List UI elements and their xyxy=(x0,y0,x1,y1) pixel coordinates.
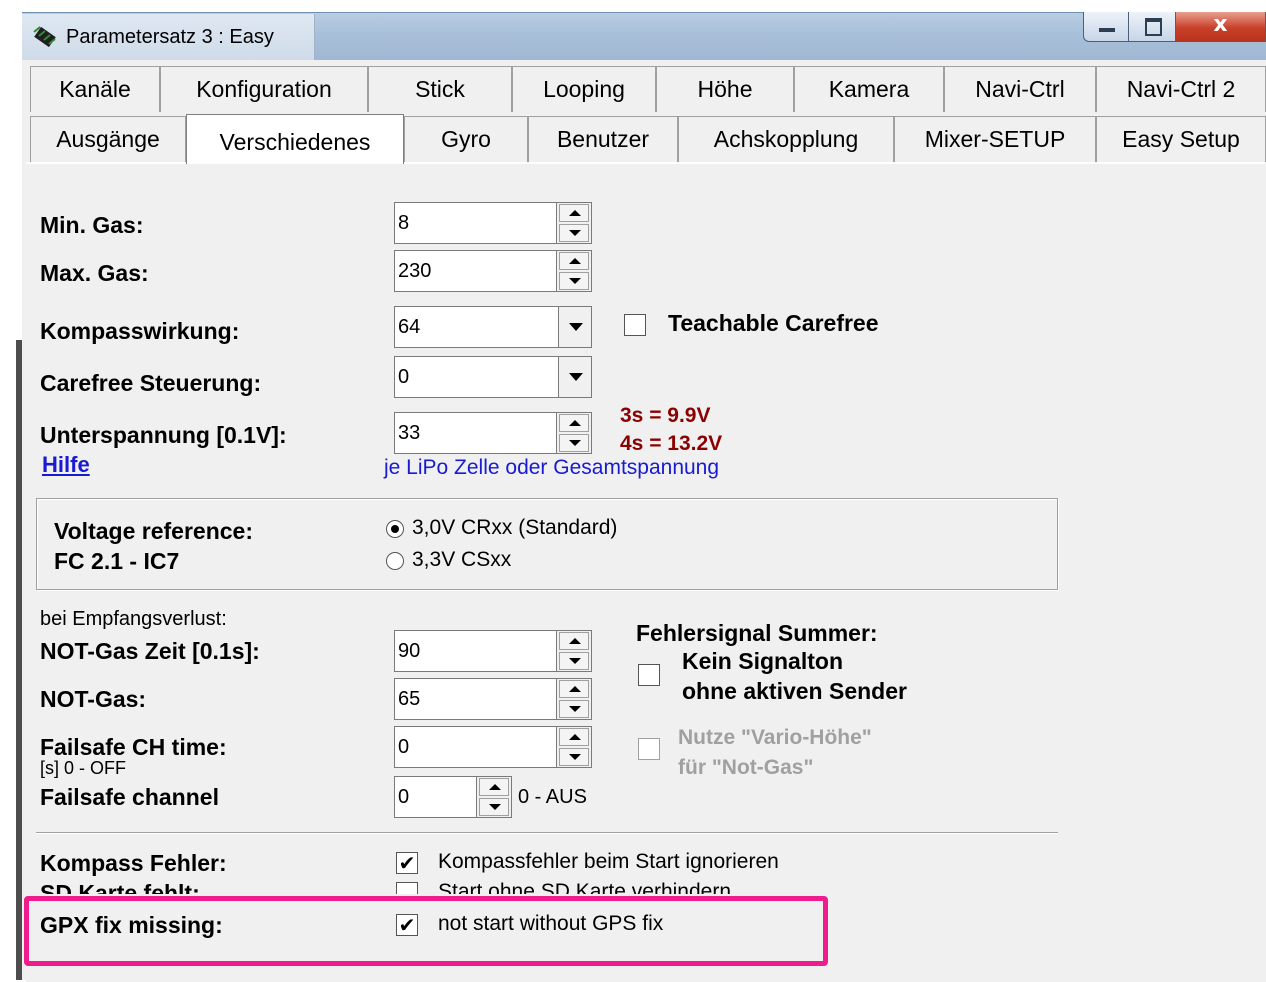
max-gas-spinner[interactable] xyxy=(556,250,592,292)
spin-down-icon[interactable] xyxy=(559,700,589,718)
close-icon: x xyxy=(1213,12,1228,37)
failsafe-ch-time-spinner[interactable] xyxy=(556,726,592,768)
spin-up-icon[interactable] xyxy=(479,778,509,796)
tab-benutzer[interactable]: Benutzer xyxy=(528,116,678,162)
tab-hoehe[interactable]: Höhe xyxy=(656,66,794,112)
cell-3s-voltage: 3s = 9.9V xyxy=(620,404,711,427)
spin-down-icon[interactable] xyxy=(559,434,589,452)
lipo-note: je LiPo Zelle oder Gesamtspannung xyxy=(384,456,720,479)
tab-easy-setup[interactable]: Easy Setup xyxy=(1096,116,1266,162)
tab-kamera[interactable]: Kamera xyxy=(794,66,944,112)
spin-up-icon[interactable] xyxy=(559,204,589,222)
hilfe-link[interactable]: Hilfe xyxy=(42,452,90,478)
tab-looping[interactable]: Looping xyxy=(512,66,656,112)
chevron-down-icon[interactable] xyxy=(558,306,592,348)
voltage-3v0-radio[interactable] xyxy=(386,520,404,538)
chevron-down-icon[interactable] xyxy=(558,356,592,398)
tab-navi-ctrl-2[interactable]: Navi-Ctrl 2 xyxy=(1096,66,1266,112)
failsafe-channel-note: 0 - AUS xyxy=(518,786,587,808)
highlight-annotation xyxy=(24,896,828,966)
spin-down-icon[interactable] xyxy=(479,798,509,816)
notgas-spinner[interactable] xyxy=(556,678,592,720)
kein-signalton-label: Kein Signalton xyxy=(682,648,843,674)
carefree-label: Carefree Steuerung: xyxy=(40,370,262,396)
teachable-carefree-checkbox[interactable] xyxy=(624,314,646,336)
failsafe-ch-time-label: Failsafe CH time: xyxy=(40,734,227,760)
teachable-carefree-label: Teachable Carefree xyxy=(668,310,879,336)
sd-karte-text: Start ohne SD Karte verhindern xyxy=(438,880,731,894)
sd-karte-checkbox[interactable] xyxy=(396,882,418,894)
window-title: Parametersatz 3 : Easy xyxy=(66,26,274,48)
tab-stick[interactable]: Stick xyxy=(368,66,512,112)
notgas-label: NOT-Gas: xyxy=(40,686,147,712)
tab-kanaele[interactable]: Kanäle xyxy=(30,66,160,112)
carefree-select[interactable]: 0 xyxy=(394,356,558,398)
spin-up-icon[interactable] xyxy=(559,252,589,270)
not-gas-label: für "Not-Gas" xyxy=(678,756,814,779)
tab-ausgaenge[interactable]: Ausgänge xyxy=(30,116,186,162)
kein-signalton-checkbox[interactable] xyxy=(638,664,660,686)
vario-hoehe-label: Nutze "Vario-Höhe" xyxy=(678,726,872,749)
failsafe-ch-time-hint: [s] 0 - OFF xyxy=(40,758,127,778)
max-gas-label: Max. Gas: xyxy=(40,260,149,286)
notgas-zeit-spinner[interactable] xyxy=(556,630,592,672)
spin-down-icon[interactable] xyxy=(559,272,589,290)
maximize-button[interactable] xyxy=(1128,12,1176,42)
spin-down-icon[interactable] xyxy=(559,224,589,242)
spin-up-icon[interactable] xyxy=(559,632,589,650)
spin-down-icon[interactable] xyxy=(559,748,589,766)
voltage-reference-label: Voltage reference: xyxy=(54,518,253,544)
sd-karte-label: SD Karte fehlt: xyxy=(40,880,200,894)
ohne-sender-label: ohne aktiven Sender xyxy=(682,678,907,704)
fc-version-label: FC 2.1 - IC7 xyxy=(54,548,180,574)
voltage-3v0-label: 3,0V CRxx (Standard) xyxy=(412,516,618,539)
tab-achskopplung[interactable]: Achskopplung xyxy=(678,116,894,162)
notgas-zeit-input[interactable]: 90 xyxy=(394,630,556,672)
tab-navi-ctrl[interactable]: Navi-Ctrl xyxy=(944,66,1096,112)
kompass-label: Kompasswirkung: xyxy=(40,318,240,344)
notgas-input[interactable]: 65 xyxy=(394,678,556,720)
close-button[interactable]: x xyxy=(1175,12,1266,42)
min-gas-label: Min. Gas: xyxy=(40,212,144,238)
unterspannung-label: Unterspannung [0.1V]: xyxy=(40,422,287,448)
spin-up-icon[interactable] xyxy=(559,680,589,698)
failsafe-channel-label: Failsafe channel xyxy=(40,784,219,810)
tab-mixer-setup[interactable]: Mixer-SETUP xyxy=(894,116,1096,162)
failsafe-channel-spinner[interactable] xyxy=(476,776,512,818)
min-gas-input[interactable]: 8 xyxy=(394,202,556,244)
voltage-3v3-label: 3,3V CSxx xyxy=(412,548,512,571)
notgas-zeit-label: NOT-Gas Zeit [0.1s]: xyxy=(40,638,260,664)
min-gas-spinner[interactable] xyxy=(556,202,592,244)
unterspannung-input[interactable]: 33 xyxy=(394,412,556,454)
chip-icon xyxy=(30,24,60,50)
tab-konfiguration[interactable]: Konfiguration xyxy=(160,66,368,112)
divider xyxy=(36,832,1058,834)
spin-down-icon[interactable] xyxy=(559,652,589,670)
summer-heading: Fehlersignal Summer: xyxy=(636,620,878,646)
minimize-button[interactable] xyxy=(1083,12,1129,42)
failsafe-ch-time-input[interactable]: 0 xyxy=(394,726,556,768)
tab-gyro[interactable]: Gyro xyxy=(404,116,528,162)
empfangsverlust-heading: bei Empfangsverlust: xyxy=(40,608,227,630)
sd-karte-row: SD Karte fehlt: Start ohne SD Karte verh… xyxy=(26,876,826,894)
kompass-fehler-text: Kompassfehler beim Start ignorieren xyxy=(438,850,779,873)
kompass-select[interactable]: 64 xyxy=(394,306,558,348)
vario-hoehe-checkbox[interactable] xyxy=(638,738,660,760)
kompass-fehler-checkbox[interactable]: ✔ xyxy=(396,852,418,874)
spin-up-icon[interactable] xyxy=(559,728,589,746)
unterspannung-spinner[interactable] xyxy=(556,412,592,454)
max-gas-input[interactable]: 230 xyxy=(394,250,556,292)
voltage-3v3-radio[interactable] xyxy=(386,552,404,570)
cell-4s-voltage: 4s = 13.2V xyxy=(620,432,723,455)
spin-up-icon[interactable] xyxy=(559,414,589,432)
kompass-fehler-label: Kompass Fehler: xyxy=(40,850,227,876)
failsafe-channel-input[interactable]: 0 xyxy=(394,776,476,818)
tab-verschiedenes[interactable]: Verschiedenes xyxy=(186,114,404,164)
